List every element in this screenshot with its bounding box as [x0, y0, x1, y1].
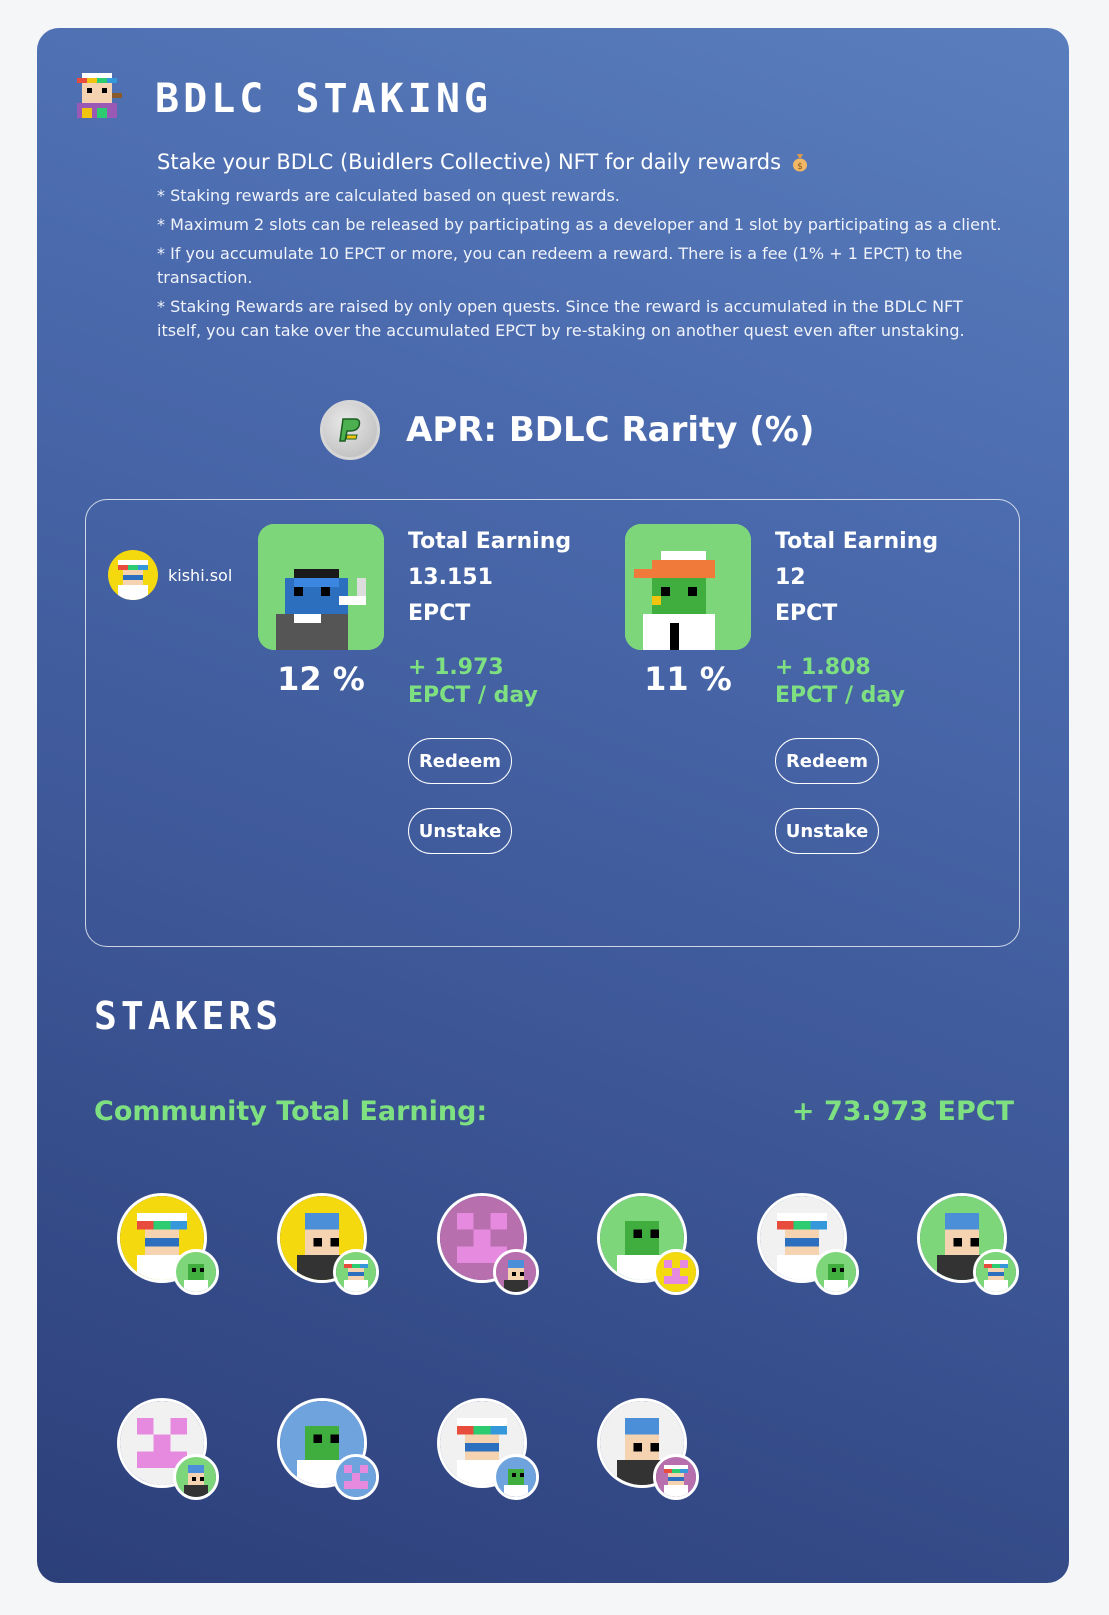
daily-rate-value: + 1.973 [408, 655, 504, 680]
pixel-avatar-rainbow-cap-icon [67, 68, 127, 128]
staker-item[interactable] [597, 1193, 699, 1297]
total-earning-label: Total Earning [408, 529, 572, 554]
blonde-avatar-icon [653, 1249, 699, 1295]
daily-rate-unit: EPCT / day [775, 683, 905, 708]
pink-face-avatar-icon [653, 1454, 699, 1500]
nft-rarity: 12 % [277, 660, 365, 698]
total-earning-label: Total Earning [775, 529, 939, 554]
owner-info: kishi.sol [108, 550, 232, 600]
staker-item[interactable] [597, 1398, 699, 1502]
sunglasses-avatar-icon [493, 1454, 539, 1500]
intro-note: * Staking rewards are calculated based o… [157, 186, 620, 205]
blue-character-nft-icon [258, 524, 384, 650]
apr-title: APR: BDLC Rarity (%) [406, 410, 815, 450]
nft-earnings: Total Earning 13.151 EPCT + 1.973 EPCT /… [408, 524, 628, 854]
intro-heading-text: Stake your BDLC (Buidlers Collective) NF… [157, 150, 782, 174]
staker-item[interactable] [757, 1193, 859, 1297]
page-title: BDLC STAKING [155, 76, 492, 122]
total-earning-value: 13.151 [408, 565, 493, 590]
staking-panel: BDLC STAKING Stake your BDLC (Buidlers C… [37, 28, 1069, 1583]
red-cap-avatar-icon [173, 1454, 219, 1500]
community-total-label: Community Total Earning: [94, 1096, 488, 1127]
intro-heading: Stake your BDLC (Buidlers Collective) NF… [157, 150, 1007, 174]
top-hat-avatar-icon [813, 1249, 859, 1295]
daily-rate: + 1.973 EPCT / day [408, 654, 628, 710]
orange-cap-mini-icon [333, 1454, 379, 1500]
green-headphone-icon [973, 1249, 1019, 1295]
community-total-earning: Community Total Earning: + 73.973 EPCT [94, 1096, 1014, 1127]
svg-text:$: $ [797, 162, 803, 172]
nft-earnings: Total Earning 12 EPCT + 1.808 EPCT / day… [775, 524, 995, 854]
intro-note: * If you accumulate 10 EPCT or more, you… [157, 244, 963, 287]
green-blue-cap-icon [493, 1249, 539, 1295]
community-total-value: + 73.973 EPCT [791, 1096, 1014, 1127]
staker-item[interactable] [117, 1398, 219, 1502]
daily-rate: + 1.808 EPCT / day [775, 654, 995, 710]
daily-rate-value: + 1.808 [775, 655, 871, 680]
stakers-title: STAKERS [94, 994, 283, 1038]
nft-rarity: 11 % [644, 660, 732, 698]
staker-item[interactable] [277, 1398, 379, 1502]
redeem-button[interactable]: Redeem [408, 738, 512, 784]
total-earning-value: 12 [775, 565, 806, 590]
apr-heading: APR: BDLC Rarity (%) [320, 400, 814, 460]
total-earning-unit: EPCT [408, 601, 471, 626]
intro-section: Stake your BDLC (Buidlers Collective) NF… [157, 150, 1007, 348]
daily-rate-unit: EPCT / day [408, 683, 538, 708]
blue-character-icon [173, 1249, 219, 1295]
unstake-button[interactable]: Unstake [408, 808, 512, 854]
staker-item[interactable] [117, 1193, 219, 1297]
staker-item[interactable] [277, 1193, 379, 1297]
green-orange-cap-icon [333, 1249, 379, 1295]
unstake-button[interactable]: Unstake [775, 808, 879, 854]
owner-name: kishi.sol [168, 565, 233, 585]
redeem-button[interactable]: Redeem [775, 738, 879, 784]
intro-note: * Maximum 2 slots can be released by par… [157, 215, 1002, 234]
staker-item[interactable] [437, 1398, 539, 1502]
money-bag-icon: $ [790, 152, 810, 172]
green-character-orange-cap-nft-icon [625, 524, 751, 650]
staked-nft-card: kishi.sol 12 % Total Earning 13.151 EPCT… [85, 499, 1020, 947]
intro-note: * Staking Rewards are raised by only ope… [157, 297, 965, 340]
epct-coin-icon [320, 400, 380, 460]
staker-item[interactable] [917, 1193, 1019, 1297]
owner-avatar-icon [108, 550, 158, 600]
total-earning-unit: EPCT [775, 601, 838, 626]
staker-item[interactable] [437, 1193, 539, 1297]
